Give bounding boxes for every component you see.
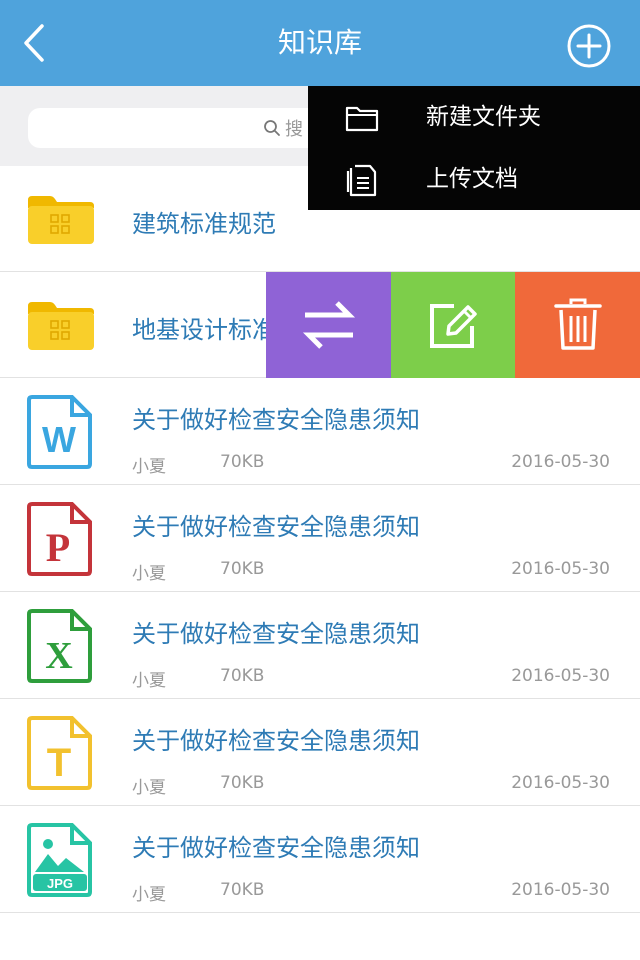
file-size: 70KB bbox=[220, 880, 265, 900]
file-author: 小夏 bbox=[132, 778, 166, 798]
edit-icon bbox=[430, 304, 477, 348]
plus-circle-icon bbox=[567, 24, 611, 68]
file-name: 关于做好检查安全隐患须知 bbox=[132, 727, 420, 755]
file-name: 关于做好检查安全隐患须知 bbox=[132, 406, 420, 434]
menu-item-upload-document[interactable]: 上传文档 bbox=[308, 148, 640, 210]
file-row[interactable]: P 关于做好检查安全隐患须知 小夏 70KB 2016-05-30 bbox=[0, 485, 640, 592]
chevron-left-icon bbox=[24, 24, 44, 62]
menu-item-label: 上传文档 bbox=[426, 166, 518, 192]
ppt-file-icon: P bbox=[27, 502, 92, 576]
excel-file-icon: X bbox=[27, 609, 92, 683]
add-menu: 新建文件夹 上传文档 bbox=[308, 86, 640, 210]
file-date: 2016-05-30 bbox=[511, 880, 610, 900]
folder-icon bbox=[28, 302, 94, 350]
file-date: 2016-05-30 bbox=[511, 452, 610, 472]
svg-text:X: X bbox=[45, 635, 72, 677]
jpg-badge-text: JPG bbox=[47, 876, 73, 891]
file-row[interactable]: X 关于做好检查安全隐患须知 小夏 70KB 2016-05-30 bbox=[0, 592, 640, 699]
file-size: 70KB bbox=[220, 452, 265, 472]
text-file-icon: T bbox=[27, 716, 92, 790]
file-author: 小夏 bbox=[132, 671, 166, 691]
folder-name: 地基设计标准 bbox=[132, 316, 276, 344]
document-outline-icon bbox=[346, 164, 377, 197]
file-date: 2016-05-30 bbox=[511, 666, 610, 686]
search-icon bbox=[264, 120, 280, 136]
file-name: 关于做好检查安全隐患须知 bbox=[132, 834, 420, 862]
file-name: 关于做好检查安全隐患须知 bbox=[132, 620, 420, 648]
jpg-file-icon: JPG bbox=[27, 823, 92, 897]
file-date: 2016-05-30 bbox=[511, 773, 610, 793]
file-row[interactable]: JPG 关于做好检查安全隐患须知 小夏 70KB 2016-05-30 bbox=[0, 806, 640, 913]
swipe-actions bbox=[266, 272, 640, 378]
file-size: 70KB bbox=[220, 559, 265, 579]
file-date: 2016-05-30 bbox=[511, 559, 610, 579]
file-name: 关于做好检查安全隐患须知 bbox=[132, 513, 420, 541]
file-size: 70KB bbox=[220, 773, 265, 793]
page-title: 知识库 bbox=[277, 26, 362, 59]
folder-icon bbox=[28, 196, 94, 244]
file-author: 小夏 bbox=[132, 564, 166, 584]
svg-text:W: W bbox=[42, 419, 76, 460]
folder-outline-icon bbox=[345, 106, 379, 132]
svg-text:T: T bbox=[47, 741, 71, 785]
back-button[interactable] bbox=[16, 20, 56, 66]
move-button[interactable] bbox=[266, 272, 391, 378]
menu-item-label: 新建文件夹 bbox=[426, 104, 541, 130]
search-placeholder: 搜 bbox=[285, 119, 303, 140]
file-author: 小夏 bbox=[132, 885, 166, 905]
trash-icon bbox=[553, 298, 602, 350]
swap-arrows-icon bbox=[302, 301, 355, 349]
file-row[interactable]: W 关于做好检查安全隐患须知 小夏 70KB 2016-05-30 bbox=[0, 378, 640, 485]
svg-text:P: P bbox=[46, 525, 70, 570]
file-author: 小夏 bbox=[132, 457, 166, 477]
menu-item-new-folder[interactable]: 新建文件夹 bbox=[308, 86, 640, 148]
folder-name: 建筑标准规范 bbox=[132, 210, 276, 238]
file-size: 70KB bbox=[220, 666, 265, 686]
delete-button[interactable] bbox=[515, 272, 640, 378]
edit-button[interactable] bbox=[391, 272, 515, 378]
header-bar: 知识库 bbox=[0, 0, 640, 86]
file-row[interactable]: T 关于做好检查安全隐患须知 小夏 70KB 2016-05-30 bbox=[0, 699, 640, 806]
word-file-icon: W bbox=[27, 395, 92, 469]
add-button[interactable] bbox=[566, 23, 612, 69]
